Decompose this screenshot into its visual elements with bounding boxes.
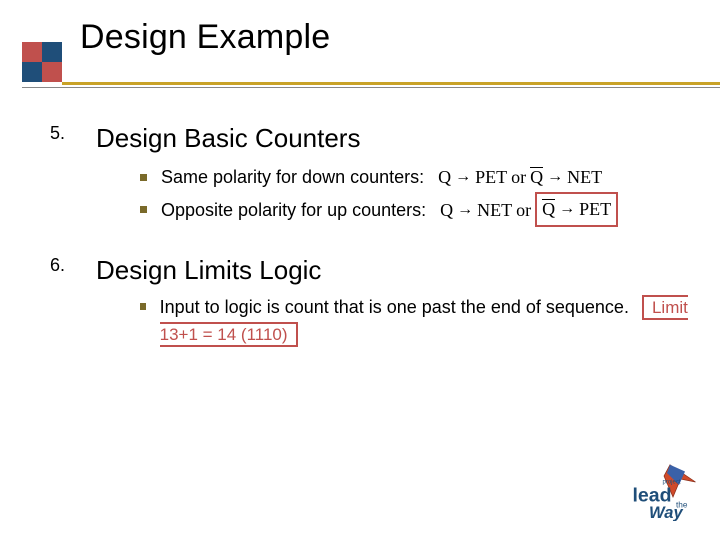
sub-text: Opposite polarity for up counters: [161, 195, 426, 225]
arrow-icon: → [457, 195, 473, 225]
list-item: 6. Design Limits Logic [50, 255, 698, 286]
footer-logo: project lead the Way [626, 461, 702, 526]
arrow-icon: → [455, 162, 471, 192]
bullet-icon [140, 174, 147, 181]
pltw-icon: project lead the Way [626, 461, 702, 521]
sym-qbar: Q [530, 168, 543, 186]
sub-text: Input to logic is count that is one past… [160, 294, 698, 348]
sub-item: Input to logic is count that is one past… [140, 294, 698, 348]
sym-q: Q [438, 162, 451, 192]
sym-q: Q [440, 195, 453, 225]
slide-header: Design Example [0, 0, 720, 57]
header-square-icon [22, 42, 64, 84]
sub-text: Same polarity for down counters: [161, 162, 424, 192]
sym-pet: PET [579, 194, 611, 224]
slide-title: Design Example [80, 18, 720, 57]
formula: Q → NET or Q → PET [440, 192, 618, 227]
slide-body: 5. Design Basic Counters Same polarity f… [0, 57, 720, 348]
logo-main: lead [633, 485, 672, 507]
logo-way: Way [649, 504, 683, 521]
sym-or: or [511, 162, 526, 192]
sym-pet: PET [475, 162, 507, 192]
arrow-icon: → [547, 162, 563, 192]
sub-item: Same polarity for down counters: Q → PET… [140, 162, 698, 192]
list-item: 5. Design Basic Counters [50, 123, 698, 154]
sub-item: Opposite polarity for up counters: Q → N… [140, 192, 698, 227]
title-underline [62, 82, 720, 85]
item-heading: Design Limits Logic [96, 255, 321, 286]
bullet-icon [140, 303, 146, 310]
sub-text-content: Input to logic is count that is one past… [160, 297, 629, 317]
bullet-icon [140, 206, 147, 213]
highlight-box: Q → PET [535, 192, 618, 227]
sym-qbar: Q [542, 200, 555, 218]
item-heading: Design Basic Counters [96, 123, 360, 154]
sym-net: NET [477, 195, 512, 225]
sym-net: NET [567, 162, 602, 192]
item-number: 6. [50, 255, 96, 286]
formula: Q → PET or Q → NET [438, 162, 602, 192]
sym-or: or [516, 195, 531, 225]
arrow-icon: → [559, 194, 575, 224]
title-underline-thin [22, 87, 720, 88]
item-number: 5. [50, 123, 96, 154]
